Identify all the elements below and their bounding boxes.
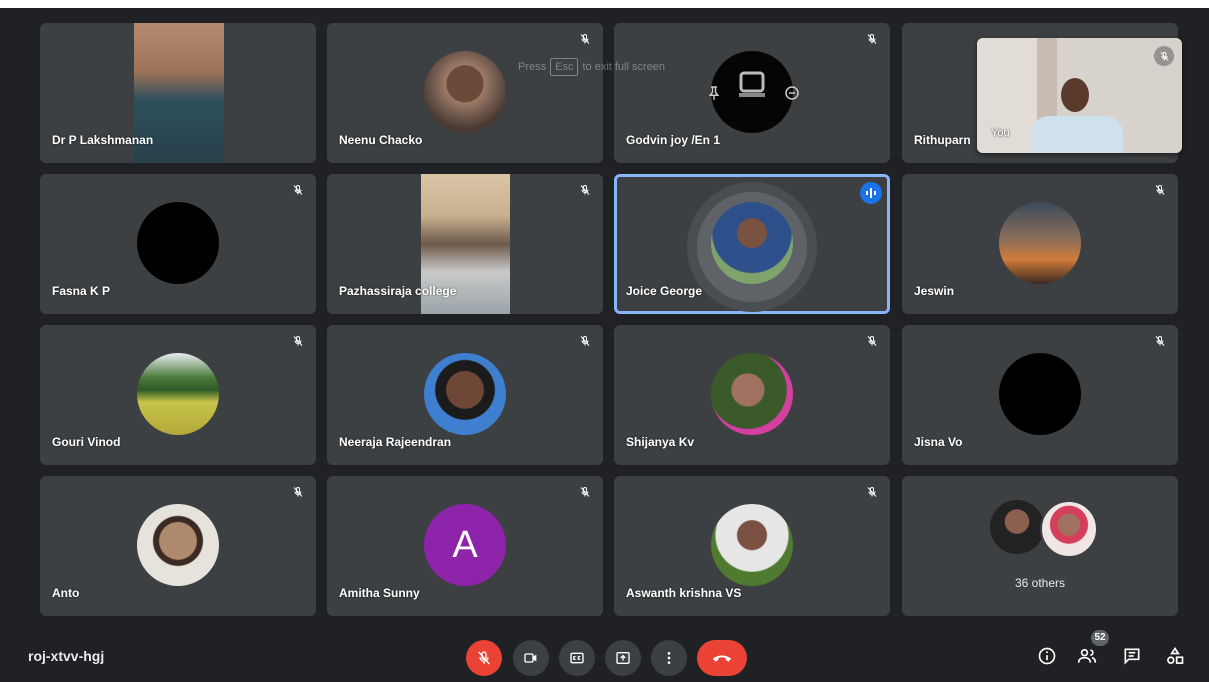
participant-name: Neenu Chacko [339,133,423,147]
participant-name: Aswanth krishna VS [626,586,742,600]
participant-name: Shijanya Kv [626,435,695,449]
participant-avatar: A [424,504,506,586]
participant-tile[interactable]: Anto [40,476,316,616]
people-button[interactable] [1073,642,1101,670]
others-count-label: 36 others [1014,576,1066,590]
chat-icon [1124,648,1140,665]
participant-tile[interactable]: A Amitha Sunny [327,476,603,616]
mic-off-icon [1154,46,1174,66]
leave-call-button[interactable] [697,640,747,676]
mic-off-icon [288,482,308,502]
participant-name: Godvin joy /En 1 [626,133,721,147]
remove-icon[interactable] [783,84,801,102]
camera-toggle-button[interactable] [513,640,549,676]
participant-tile[interactable]: Godvin joy /En 1 [614,23,890,163]
mic-off-icon [862,29,882,49]
participant-avatar [424,353,506,435]
participant-avatar [137,353,219,435]
participant-tile[interactable]: Neeraja Rajeendran [327,325,603,465]
mic-off-icon [862,482,882,502]
camera-icon [524,653,537,663]
participant-avatar [711,202,793,284]
participant-name: Dr P Lakshmanan [52,133,154,147]
people-icon [1077,648,1097,663]
present-icon [616,652,630,664]
participant-name: Neeraja Rajeendran [339,435,452,449]
pin-icon[interactable] [705,84,723,102]
participant-name: Gouri Vinod [52,435,121,449]
fullscreen-hint-key: Esc [550,58,579,76]
participant-tile[interactable]: Jeswin [902,174,1178,314]
fullscreen-hint-press: Press [518,61,547,73]
activities-button[interactable] [1161,642,1189,670]
self-view[interactable]: You [977,38,1182,153]
speaking-indicator-icon [860,182,882,204]
end-call-icon [712,655,732,662]
participant-avatar [999,353,1081,435]
logo-icon [739,71,765,97]
others-avatar [990,500,1044,554]
mic-off-icon [288,331,308,351]
meeting-code: roj-xtvv-hgj [28,648,105,664]
fullscreen-hint: Press Esc to exit full screen [518,58,665,76]
participant-name: Pazhassiraja college [339,284,457,298]
participants-count-badge: 52 [1091,630,1109,646]
meeting-details-button[interactable] [1033,642,1061,670]
participant-name: Rithuparn [914,133,971,147]
participant-name: Joice George [626,284,703,298]
more-options-button[interactable] [651,640,687,676]
participant-avatar [711,504,793,586]
mic-off-icon [1150,331,1170,351]
mic-off-icon [575,180,595,200]
captions-button[interactable] [559,640,595,676]
mic-toggle-button[interactable] [466,640,502,676]
participant-tile[interactable]: Neenu Chacko [327,23,603,163]
participant-name: Jeswin [914,284,955,298]
mic-off-icon [575,331,595,351]
participant-avatar [137,202,219,284]
self-view-label: You [991,127,1010,139]
bottom-toolbar: roj-xtvv-hgj 52 [0,630,1209,682]
others-tile[interactable]: 36 others [902,476,1178,616]
participant-name: Anto [52,586,80,600]
captions-icon [570,652,584,664]
fullscreen-hint-text: to exit full screen [582,61,666,73]
chat-button[interactable] [1118,642,1146,670]
mic-off-icon [478,651,490,665]
participant-tile[interactable]: Shijanya Kv [614,325,890,465]
participant-name: Fasna K P [52,284,111,298]
activities-icon [1167,646,1184,664]
participant-avatar [424,51,506,133]
participant-name: Amitha Sunny [339,586,420,600]
participant-avatar [999,202,1081,284]
participant-tile[interactable]: Jisna Vo [902,325,1178,465]
participant-avatar [711,353,793,435]
participant-name: Jisna Vo [914,435,963,449]
participant-avatar [711,51,793,133]
present-button[interactable] [605,640,641,676]
participant-tile[interactable]: Gouri Vinod [40,325,316,465]
participant-tile[interactable]: Pazhassiraja college [327,174,603,314]
more-icon [667,652,671,664]
mic-off-icon [575,482,595,502]
participant-tile[interactable]: Dr P Lakshmanan [40,23,316,163]
mic-off-icon [1150,180,1170,200]
participant-avatar [137,504,219,586]
participant-tile[interactable]: Fasna K P [40,174,316,314]
mic-off-icon [862,331,882,351]
others-avatar [1040,500,1098,558]
self-view-head [1061,78,1089,112]
info-icon [1038,647,1056,665]
self-view-shirt [1031,116,1123,153]
participant-tile[interactable]: Aswanth krishna VS [614,476,890,616]
mic-off-icon [575,29,595,49]
participant-tile-active-speaker[interactable]: Joice George [614,174,890,314]
mic-off-icon [288,180,308,200]
